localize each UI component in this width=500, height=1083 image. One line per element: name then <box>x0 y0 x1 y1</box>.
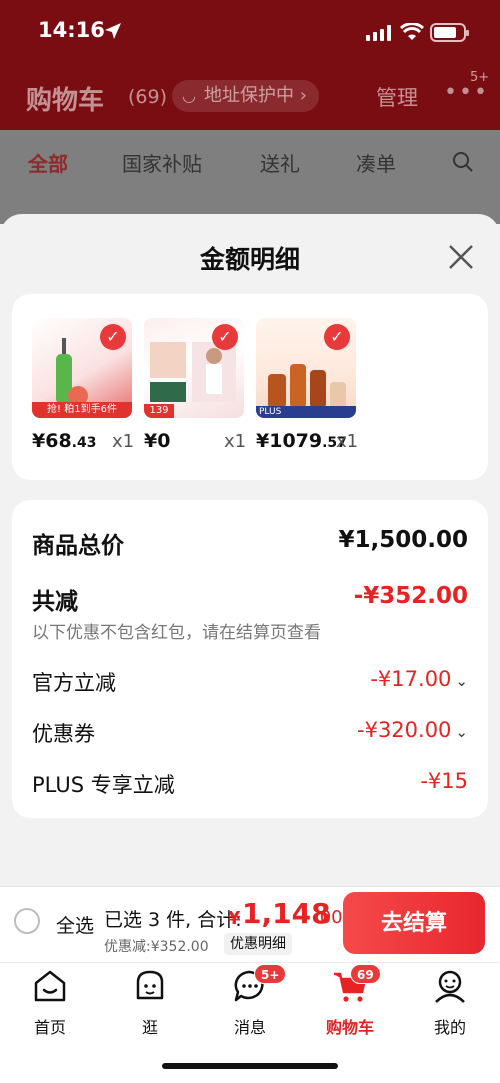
product-qty: x1 <box>112 431 135 452</box>
check-icon: ✓ <box>212 324 238 350</box>
profile-icon <box>435 970 465 1003</box>
total-discount-label: 共减 <box>32 589 78 615</box>
tab-browse-label: 逛 <box>141 1018 158 1037</box>
more-badge: 5+ <box>470 70 490 85</box>
product-qty: x1 <box>224 431 247 452</box>
address-protection-pill[interactable]: ◡ 地址保护中 › <box>172 80 319 112</box>
official-discount-row[interactable]: -¥17.00 ⌄ <box>370 667 468 691</box>
total-currency: ¥ <box>228 908 241 929</box>
search-icon[interactable] <box>452 151 474 173</box>
goods-total-value: ¥1,500.00 <box>338 527 469 553</box>
location-arrow-icon <box>105 23 121 39</box>
product-qty: x1 <box>336 431 359 452</box>
filter-tabs-background <box>0 130 500 194</box>
tab-messages[interactable]: 5+ 消息 <box>220 964 287 1040</box>
check-icon: ✓ <box>324 324 350 350</box>
tab-cart-label: 购物车 <box>325 1018 374 1037</box>
product-thumbnail[interactable]: ✓ PLUS <box>256 318 356 418</box>
discount-note: 以下优惠不包含红包，请在结算页查看 <box>32 623 321 643</box>
chevron-right-icon: › <box>299 85 307 106</box>
discount-detail-button[interactable]: 优惠明细 <box>224 933 292 955</box>
coupon-row[interactable]: -¥320.00 ⌄ <box>357 718 468 742</box>
close-icon[interactable] <box>446 242 476 272</box>
product-bottle-image <box>56 338 88 406</box>
tab-browse[interactable]: 逛 <box>120 968 180 1040</box>
total-discount-value: -¥352.00 <box>353 583 468 609</box>
tab-profile-label: 我的 <box>433 1018 466 1037</box>
product-tag: 抢! 粕1到手6件 <box>32 402 132 418</box>
official-discount-value: -¥17.00 <box>370 667 452 691</box>
manage-button[interactable]: 管理 <box>376 82 418 112</box>
product-price: ¥68.43 <box>32 430 97 452</box>
battery-icon <box>430 23 469 42</box>
tab-home-label: 首页 <box>33 1018 66 1037</box>
official-discount-label: 官方立减 <box>32 671 116 695</box>
coupon-value: -¥320.00 <box>357 718 452 742</box>
browse-face-icon <box>136 970 164 1000</box>
discount-summary: 优惠减:¥352.00 <box>104 939 209 955</box>
tab-messages-label: 消息 <box>233 1018 266 1037</box>
tab-home[interactable]: 首页 <box>20 968 80 1040</box>
sheet-title: 金额明细 <box>199 245 300 274</box>
product-serum-image <box>268 364 346 408</box>
check-icon: ✓ <box>100 324 126 350</box>
select-all-radio[interactable] <box>14 908 40 934</box>
tab-bundle[interactable]: 凑单 <box>356 148 396 177</box>
tab-national-subsidy[interactable]: 国家补贴 <box>122 148 202 177</box>
wifi-icon <box>400 23 424 40</box>
cart-count: (69) <box>128 86 168 108</box>
tab-gift[interactable]: 送礼 <box>260 148 300 177</box>
smile-icon: ◡ <box>182 86 196 105</box>
goods-total-label: 商品总价 <box>32 533 124 559</box>
tab-profile[interactable]: 我的 <box>420 968 480 1040</box>
plus-discount-value: -¥15 <box>420 769 468 793</box>
product-thumbnail[interactable]: ✓ 抢! 粕1到手6件 <box>32 318 132 418</box>
tab-all[interactable]: 全部 <box>28 148 68 177</box>
checkout-button[interactable]: 去结算 <box>343 892 485 954</box>
address-protection-label: 地址保护中 <box>204 85 294 106</box>
selected-count: 已选 3 件, 合计: <box>104 909 242 931</box>
total-decimal: .00 <box>314 907 343 928</box>
cellular-signal-icon <box>366 25 391 41</box>
cart-title: 购物车 <box>26 86 105 116</box>
chevron-down-icon: ⌄ <box>455 723 468 741</box>
chevron-down-icon: ⌄ <box>455 672 468 690</box>
home-indicator <box>162 1063 338 1069</box>
select-all-label[interactable]: 全选 <box>56 911 94 938</box>
product-tag: 139 <box>144 404 174 418</box>
plus-discount-label: PLUS 专享立减 <box>32 773 175 797</box>
tab-cart[interactable]: 69 购物车 <box>320 964 381 1040</box>
product-price: ¥0 <box>144 430 171 452</box>
status-bar: 14:16 <box>0 0 500 62</box>
product-thumbnail[interactable]: ✓ 139 <box>144 318 244 418</box>
status-time: 14:16 <box>38 18 105 42</box>
product-price: ¥1079.57 <box>256 430 347 452</box>
home-icon <box>34 970 66 1002</box>
cart-badge: 69 <box>350 964 381 984</box>
coupon-label: 优惠券 <box>32 722 95 746</box>
product-tag: PLUS <box>256 406 356 418</box>
messages-badge: 5+ <box>254 964 287 984</box>
